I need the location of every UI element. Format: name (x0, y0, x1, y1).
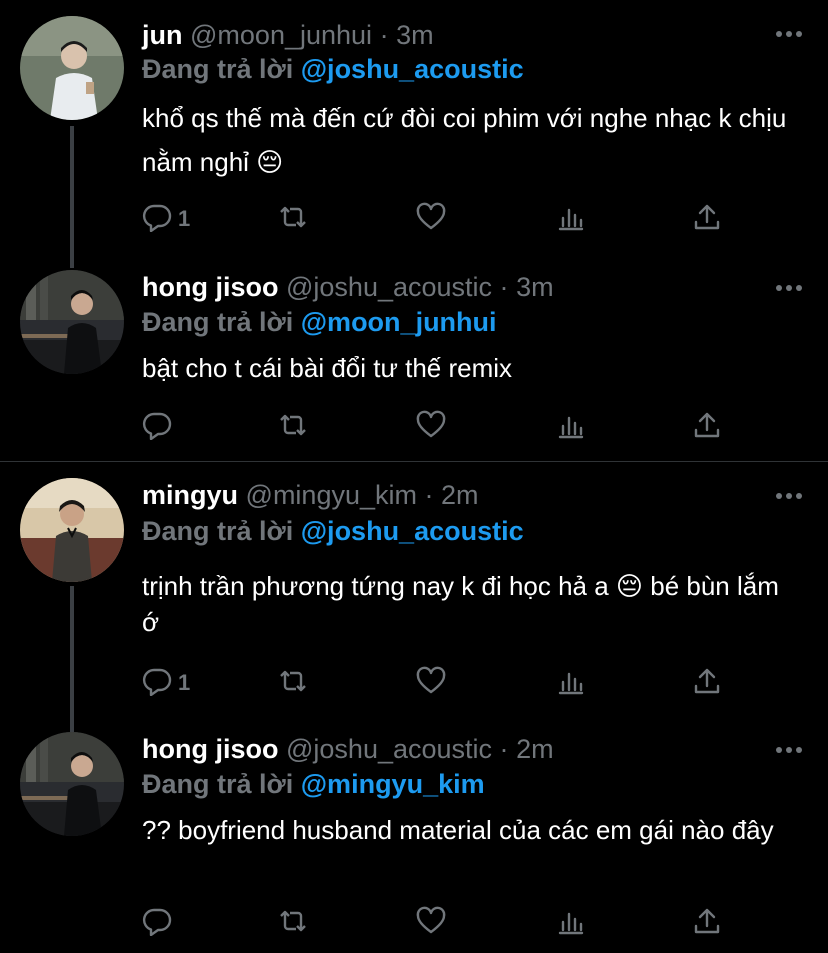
replying-to-label: Đang trả lời (142, 307, 294, 337)
tweet[interactable]: jun @moon_junhui · 3m Đang trả lời @josh… (0, 0, 828, 252)
heart-icon (416, 906, 446, 941)
timestamp[interactable]: 2m (516, 734, 554, 764)
like-button[interactable] (416, 410, 446, 444)
retweet-button[interactable] (278, 410, 308, 444)
reply-count: 1 (178, 206, 191, 231)
tweet-text: ?? boyfriend husband material của các em… (142, 815, 774, 845)
tweet-header: mingyu @mingyu_kim · 2m (142, 478, 479, 512)
analytics-button[interactable] (556, 202, 586, 236)
share-icon (692, 666, 722, 701)
replying-to-label: Đang trả lời (142, 54, 294, 84)
user-handle[interactable]: @joshu_acoustic (286, 272, 492, 302)
reply-button[interactable] (142, 410, 178, 444)
mention-link[interactable]: @moon_junhui (301, 307, 497, 337)
retweet-icon (278, 410, 308, 445)
reply-button[interactable]: 1 (142, 666, 190, 700)
analytics-button[interactable] (556, 410, 586, 444)
retweet-button[interactable] (278, 666, 308, 700)
retweet-button[interactable] (278, 906, 308, 940)
avatar[interactable] (20, 16, 124, 120)
tweet-actions: 1 (142, 666, 742, 700)
timestamp[interactable]: 3m (396, 20, 434, 50)
comment-icon (142, 410, 172, 445)
comment-icon (142, 202, 172, 237)
share-icon (692, 906, 722, 941)
heart-icon (416, 666, 446, 701)
tweet-text: trịnh trần phương tứng nay k đi học hả a… (142, 571, 779, 637)
mention-link[interactable]: @mingyu_kim (301, 769, 485, 799)
separator: · (499, 272, 509, 302)
retweet-button[interactable] (278, 202, 308, 236)
reply-button[interactable]: 1 (142, 202, 190, 236)
separator: · (424, 480, 434, 510)
tweet[interactable]: hong jisoo @joshu_acoustic · 3m Đang trả… (0, 252, 828, 460)
timestamp[interactable]: 2m (441, 480, 479, 510)
analytics-icon (556, 202, 586, 237)
tweet-header: hong jisoo @joshu_acoustic · 2m (142, 732, 554, 766)
share-button[interactable] (692, 410, 722, 444)
more-icon[interactable] (774, 278, 804, 298)
tweet[interactable]: mingyu @mingyu_kim · 2m Đang trả lời @jo… (0, 462, 828, 720)
replying-to-label: Đang trả lời (142, 769, 294, 799)
more-icon[interactable] (774, 740, 804, 760)
more-icon[interactable] (774, 486, 804, 506)
like-button[interactable] (416, 666, 446, 700)
replying-to: Đang trả lời @joshu_acoustic (142, 514, 524, 548)
replying-to: Đang trả lời @joshu_acoustic (142, 52, 524, 86)
share-icon (692, 410, 722, 445)
display-name[interactable]: mingyu (142, 480, 238, 510)
comment-icon (142, 666, 172, 701)
like-button[interactable] (416, 202, 446, 236)
analytics-button[interactable] (556, 906, 586, 940)
user-handle[interactable]: @mingyu_kim (246, 480, 417, 510)
user-handle[interactable]: @joshu_acoustic (286, 734, 492, 764)
avatar[interactable] (20, 478, 124, 582)
comment-icon (142, 906, 172, 941)
tweet-text: bật cho t cái bài đổi tư thế remix (142, 353, 513, 383)
share-icon (692, 202, 722, 237)
tweet-header: hong jisoo @joshu_acoustic · 3m (142, 270, 554, 304)
heart-icon (416, 410, 446, 445)
replying-to: Đang trả lời @moon_junhui (142, 305, 497, 339)
separator: · (499, 734, 509, 764)
tweet-text: khổ qs thế mà đến cứ đòi coi phim với ng… (142, 103, 787, 177)
analytics-button[interactable] (556, 666, 586, 700)
mention-link[interactable]: @joshu_acoustic (301, 54, 524, 84)
tweet-header: jun @moon_junhui · 3m (142, 18, 434, 52)
tweet[interactable]: hong jisoo @joshu_acoustic · 2m Đang trả… (0, 716, 828, 953)
analytics-icon (556, 666, 586, 701)
tweet-actions (142, 906, 742, 940)
share-button[interactable] (692, 202, 722, 236)
reply-button[interactable] (142, 906, 178, 940)
share-button[interactable] (692, 666, 722, 700)
replying-to: Đang trả lời @mingyu_kim (142, 767, 485, 801)
avatar[interactable] (20, 270, 124, 374)
separator: · (379, 20, 389, 50)
avatar[interactable] (20, 732, 124, 836)
share-button[interactable] (692, 906, 722, 940)
replying-to-label: Đang trả lời (142, 516, 294, 546)
more-icon[interactable] (774, 24, 804, 44)
analytics-icon (556, 410, 586, 445)
retweet-icon (278, 202, 308, 237)
like-button[interactable] (416, 906, 446, 940)
timestamp[interactable]: 3m (516, 272, 554, 302)
retweet-icon (278, 906, 308, 941)
display-name[interactable]: hong jisoo (142, 272, 278, 302)
display-name[interactable]: jun (142, 20, 183, 50)
tweet-actions: 1 (142, 202, 742, 236)
mention-link[interactable]: @joshu_acoustic (301, 516, 524, 546)
display-name[interactable]: hong jisoo (142, 734, 278, 764)
reply-count: 1 (178, 670, 191, 695)
heart-icon (416, 202, 446, 237)
retweet-icon (278, 666, 308, 701)
user-handle[interactable]: @moon_junhui (190, 20, 372, 50)
analytics-icon (556, 906, 586, 941)
tweet-actions (142, 410, 742, 444)
